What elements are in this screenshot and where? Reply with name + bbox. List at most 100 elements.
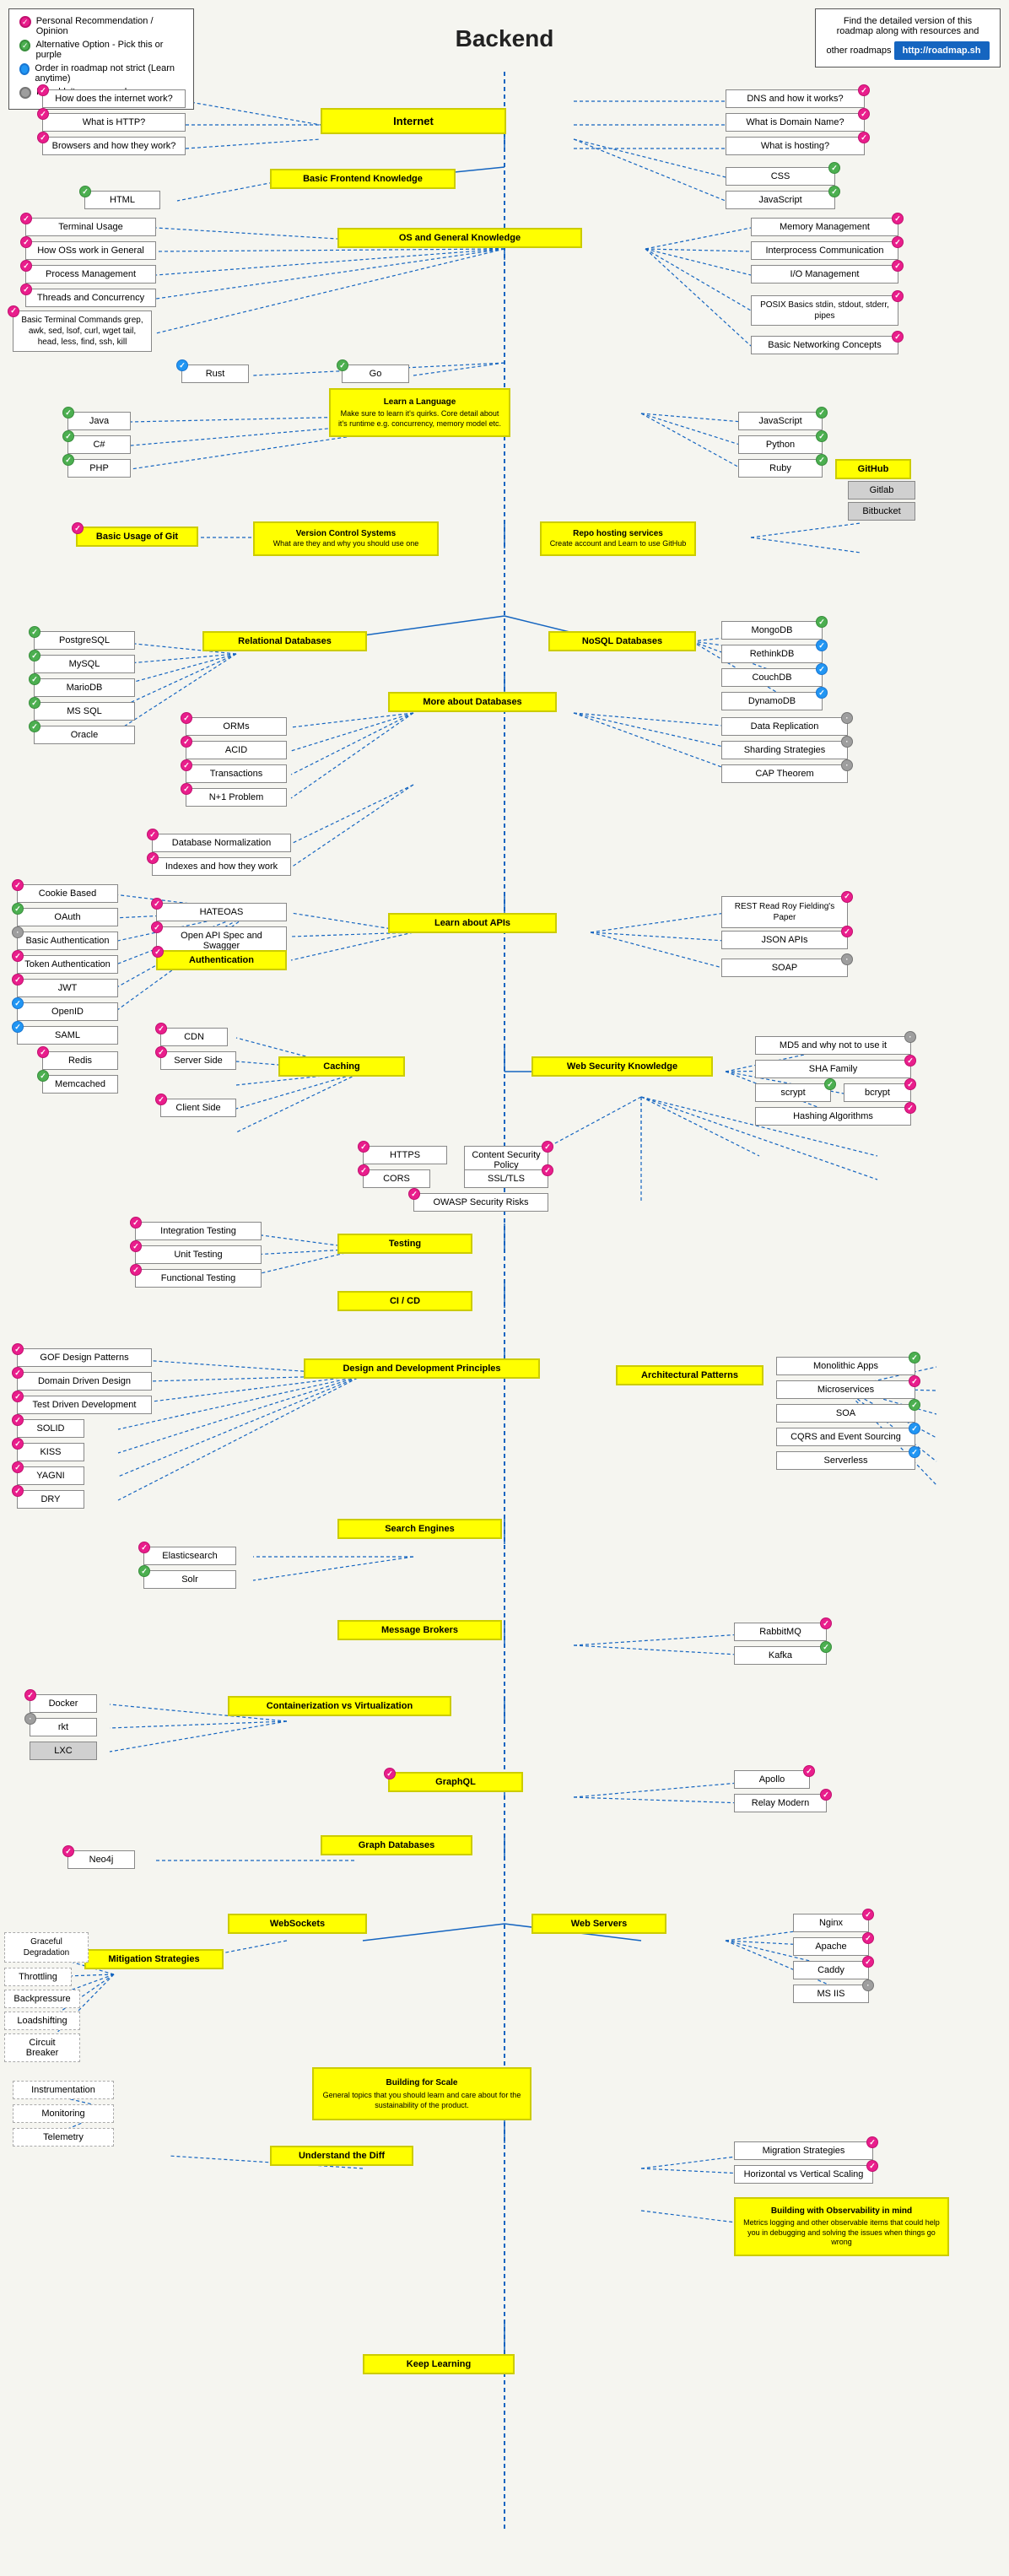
node-process-management: ✓ Process Management: [25, 265, 156, 284]
node-oracle: ✓ Oracle: [34, 726, 135, 744]
node-internet: Internet: [321, 108, 506, 134]
node-browsers: ✓ Browsers and how they work?: [42, 137, 186, 155]
node-rust: ✓ Rust: [181, 365, 249, 383]
node-backpressure: Backpressure: [4, 1990, 80, 2008]
node-mariodb: ✓ MarioDB: [34, 678, 135, 697]
node-db-normalization: ✓ Database Normalization: [152, 834, 291, 852]
node-openid: ✓ OpenID: [17, 1002, 118, 1021]
node-caching: Caching: [278, 1056, 405, 1077]
node-mitigation-strategies: Mitigation Strategies: [84, 1949, 224, 1969]
node-indexes: ✓ Indexes and how they work: [152, 857, 291, 876]
legend-item-personal: Personal Recommendation / Opinion: [19, 16, 183, 36]
node-telemetry: Telemetry: [13, 2128, 114, 2147]
node-cqrs: ✓ CQRS and Event Sourcing: [776, 1428, 915, 1446]
node-cdn: ✓ CDN: [160, 1028, 228, 1046]
node-tdd: ✓ Test Driven Development: [17, 1396, 152, 1414]
node-soa: ✓ SOA: [776, 1404, 915, 1423]
node-understand-diff: Understand the Diff: [270, 2146, 413, 2166]
node-design-principles: Design and Development Principles: [304, 1358, 540, 1379]
node-instrumentation: Instrumentation: [13, 2081, 114, 2099]
node-redis: ✓ Redis: [42, 1051, 118, 1070]
node-kiss: ✓ KISS: [17, 1443, 84, 1461]
node-message-brokers: Message Brokers: [337, 1620, 502, 1640]
node-python: ✓ Python: [738, 435, 823, 454]
node-saml: ✓ SAML: [17, 1026, 118, 1045]
node-networking-concepts: ✓ Basic Networking Concepts: [751, 336, 898, 354]
node-dns: ✓ DNS and how it works?: [726, 89, 865, 108]
node-orms: ✓ ORMs: [186, 717, 287, 736]
node-serverless: ✓ Serverless: [776, 1451, 915, 1470]
node-nosql-db: NoSQL Databases: [548, 631, 696, 651]
node-css: ✓ CSS: [726, 167, 835, 186]
node-java: ✓ Java: [67, 412, 131, 430]
node-ddd: ✓ Domain Driven Design: [17, 1372, 152, 1391]
node-rkt: · rkt: [30, 1718, 97, 1736]
node-vcs: Version Control Systems What are they an…: [253, 521, 439, 556]
node-bcrypt: ✓ bcrypt: [844, 1083, 911, 1102]
node-testing: Testing: [337, 1234, 472, 1254]
node-couchdb: ✓ CouchDB: [721, 668, 823, 687]
node-building-for-scale: Building for Scale General topics that y…: [312, 2067, 531, 2120]
legend-icon-green: [19, 40, 30, 51]
node-go: ✓ Go: [342, 365, 409, 383]
node-github: GitHub: [835, 459, 911, 479]
node-docker: ✓ Docker: [30, 1694, 97, 1713]
node-circuit-breaker: Circuit Breaker: [4, 2033, 80, 2062]
main-title: Backend: [456, 25, 554, 52]
roadmap-url-button[interactable]: http://roadmap.sh: [894, 41, 990, 60]
node-websockets: WebSockets: [228, 1914, 367, 1934]
roadmap-url-box: Find the detailed version of this roadma…: [815, 8, 1001, 68]
node-migration-strategies: ✓ Migration Strategies: [734, 2141, 873, 2160]
legend-text-order: Order in roadmap not strict (Learn anyti…: [35, 63, 183, 84]
node-posix: ✓ POSIX Basics stdin, stdout, stderr, pi…: [751, 295, 898, 326]
node-solr: ✓ Solr: [143, 1570, 236, 1589]
node-token-auth: ✓ Token Authentication: [17, 955, 118, 974]
node-what-is-http: ✓ What is HTTP?: [42, 113, 186, 132]
node-elasticsearch: ✓ Elasticsearch: [143, 1547, 236, 1565]
node-md5: · MD5 and why not to use it: [755, 1036, 911, 1055]
node-ssl-tls: ✓ SSL/TLS: [464, 1169, 548, 1188]
node-integration-testing: ✓ Integration Testing: [135, 1222, 262, 1240]
node-dry: ✓ DRY: [17, 1490, 84, 1509]
node-client-side: ✓ Client Side: [160, 1099, 236, 1117]
node-mysql: ✓ MySQL: [34, 655, 135, 673]
node-rest: ✓ REST Read Roy Fielding's Paper: [721, 896, 848, 928]
legend-icon-gray: [19, 87, 31, 99]
node-domain-name: ✓ What is Domain Name?: [726, 113, 865, 132]
node-acid: ✓ ACID: [186, 741, 287, 759]
node-hashing-algos: ✓ Hashing Algorithms: [755, 1107, 911, 1126]
node-monolithic: ✓ Monolithic Apps: [776, 1357, 915, 1375]
node-os-general: OS and General Knowledge: [337, 228, 582, 248]
node-basic-frontend: Basic Frontend Knowledge: [270, 169, 456, 189]
node-repo-hosting: Repo hosting services Create account and…: [540, 521, 696, 556]
node-relay-modern: ✓ Relay Modern: [734, 1794, 827, 1812]
node-search-engines: Search Engines: [337, 1519, 502, 1539]
node-graphql: ✓ GraphQL: [388, 1772, 523, 1792]
node-io-management: ✓ I/O Management: [751, 265, 898, 284]
node-scrypt: ✓ scrypt: [755, 1083, 831, 1102]
node-soap: · SOAP: [721, 959, 848, 977]
node-javascript-lang: ✓ JavaScript: [738, 412, 823, 430]
node-kafka: ✓ Kafka: [734, 1646, 827, 1665]
node-basic-git: ✓ Basic Usage of Git: [76, 527, 198, 547]
node-functional-testing: ✓ Functional Testing: [135, 1269, 262, 1288]
node-learn-language: Learn a Language Make sure to learn it's…: [329, 388, 510, 437]
node-memory-management: ✓ Memory Management: [751, 218, 898, 236]
node-learn-apis: Learn about APIs: [388, 913, 557, 933]
node-data-replication: · Data Replication: [721, 717, 848, 736]
node-gof: ✓ GOF Design Patterns: [17, 1348, 152, 1367]
node-bitbucket: Bitbucket: [848, 502, 915, 521]
node-microservices: ✓ Microservices: [776, 1380, 915, 1399]
node-hateoas: ✓ HATEOAS: [156, 903, 287, 921]
node-memcached: ✓ Memcached: [42, 1075, 118, 1094]
legend-icon-pink: [19, 16, 31, 28]
node-yagni: ✓ YAGNI: [17, 1466, 84, 1485]
legend-item-alternative: Alternative Option - Pick this or purple: [19, 40, 183, 60]
node-threads: ✓ Threads and Concurrency: [25, 289, 156, 307]
legend-text-alternative: Alternative Option - Pick this or purple: [35, 40, 183, 60]
node-containerization: Containerization vs Virtualization: [228, 1696, 451, 1716]
node-web-security: Web Security Knowledge: [531, 1056, 713, 1077]
node-observability: Building with Observability in mind Metr…: [734, 2197, 949, 2256]
node-cap-theorem: · CAP Theorem: [721, 764, 848, 783]
node-mssql: ✓ MS SQL: [34, 702, 135, 721]
